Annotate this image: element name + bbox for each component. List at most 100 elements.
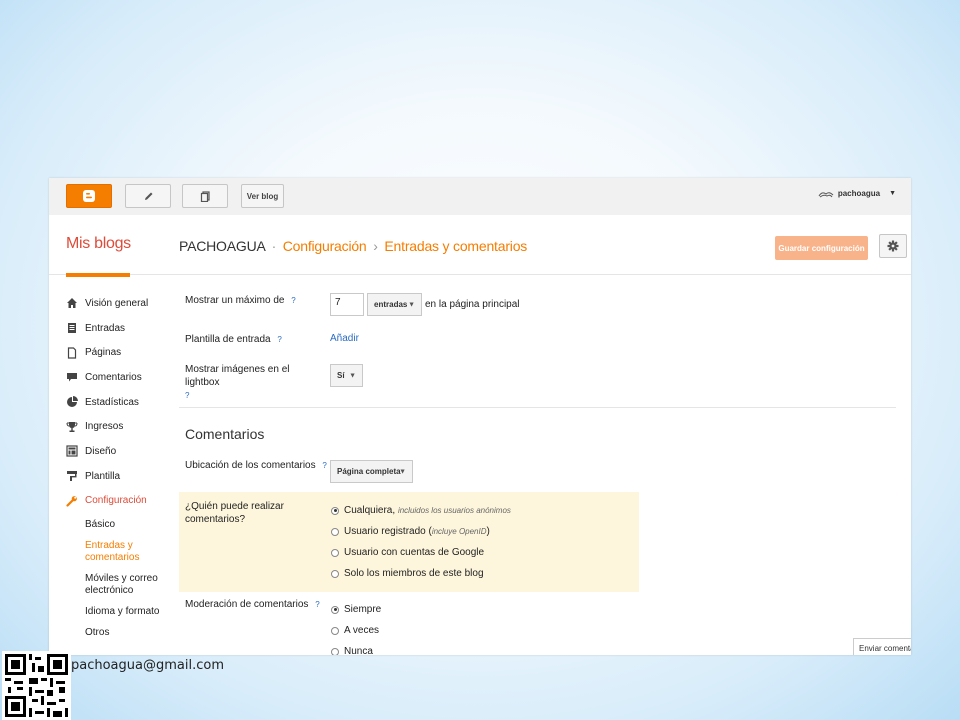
new-post-button[interactable] bbox=[125, 184, 171, 208]
radio-button[interactable] bbox=[331, 569, 339, 578]
radio-label-tail: ) bbox=[486, 526, 490, 537]
posts-icon bbox=[66, 322, 78, 334]
radio-button[interactable] bbox=[331, 626, 339, 635]
sidebar-item-label: Configuración bbox=[85, 495, 147, 507]
comments-section-title: Comentarios bbox=[185, 426, 265, 442]
user-menu[interactable]: pachoagua ▼ bbox=[818, 189, 896, 198]
sidebar-item-label: Entradas bbox=[85, 322, 126, 334]
send-feedback-button[interactable]: Enviar comentarios bbox=[853, 638, 911, 655]
sidebar-item-layout[interactable]: Diseño bbox=[66, 439, 176, 464]
section-divider bbox=[179, 407, 896, 408]
layout-icon bbox=[66, 445, 78, 458]
radio-label: Cualquiera, bbox=[344, 505, 396, 516]
breadcrumb-current: Entradas y comentarios bbox=[384, 238, 528, 254]
sidebar-item-label: Estadísticas bbox=[85, 396, 139, 408]
settings-gear-button[interactable] bbox=[879, 234, 907, 258]
radio-note: incluidos los usuarios anónimos bbox=[397, 506, 511, 515]
radio-label: Siempre bbox=[344, 604, 382, 615]
settings-content: Mostrar un máximo de ? 7 entradas ▼ en l… bbox=[179, 274, 909, 655]
template-icon bbox=[66, 470, 78, 482]
post-template-label-text: Plantilla de entrada bbox=[185, 334, 271, 345]
breadcrumb-blog-name[interactable]: PACHOAGUA bbox=[179, 238, 265, 254]
breadcrumb-separator: · bbox=[271, 238, 277, 254]
radio-note: incluye OpenID bbox=[431, 527, 487, 536]
sidebar-item-earnings[interactable]: Ingresos bbox=[66, 414, 176, 439]
help-icon[interactable]: ? bbox=[322, 461, 326, 470]
radio-moderation-always[interactable]: Siempre bbox=[331, 604, 381, 615]
page-header: Mis blogs PACHOAGUA · Configuración › En… bbox=[49, 215, 911, 277]
chevron-down-icon: ▼ bbox=[408, 301, 415, 308]
sidebar-item-label: Ingresos bbox=[85, 421, 124, 433]
sidebar-item-comments[interactable]: Comentarios bbox=[66, 365, 176, 390]
max-posts-input[interactable]: 7 bbox=[330, 293, 364, 316]
comment-location-label: Ubicación de los comentarios ? bbox=[185, 459, 327, 472]
chevron-down-icon: ▼ bbox=[399, 468, 406, 475]
posts-list-button[interactable] bbox=[182, 184, 228, 208]
lightbox-label-text: Mostrar imágenes en el lightbox bbox=[185, 364, 290, 388]
stats-icon bbox=[66, 396, 78, 408]
save-settings-button[interactable]: Guardar configuración bbox=[775, 236, 868, 260]
radio-button[interactable] bbox=[331, 647, 339, 655]
blogger-settings-screenshot: Ver blog pachoagua ▼ Mis blogs PACHOAGUA… bbox=[49, 178, 911, 655]
qr-code-icon bbox=[2, 651, 71, 720]
sidebar-subitem-language[interactable]: Idioma y formato bbox=[66, 606, 176, 618]
gear-icon bbox=[887, 240, 899, 252]
blogger-icon bbox=[83, 190, 95, 202]
radio-moderation-sometimes[interactable]: A veces bbox=[331, 625, 379, 636]
radio-label: Usuario con cuentas de Google bbox=[344, 547, 485, 558]
radio-label: Usuario registrado ( bbox=[344, 526, 432, 537]
sidebar-item-settings[interactable]: Configuración bbox=[66, 489, 176, 514]
trophy-icon bbox=[66, 421, 78, 433]
wrench-icon bbox=[66, 495, 78, 507]
radio-google-accounts[interactable]: Usuario con cuentas de Google bbox=[331, 547, 484, 558]
sidebar-subitem-posts-comments[interactable]: Entradas y comentarios bbox=[66, 540, 145, 564]
breadcrumb-configuration[interactable]: Configuración bbox=[283, 238, 367, 254]
sidebar-item-stats[interactable]: Estadísticas bbox=[66, 390, 176, 415]
documents-icon bbox=[200, 190, 210, 202]
comment-location-select[interactable]: Página completa ▼ bbox=[330, 460, 413, 483]
comments-icon bbox=[66, 371, 78, 383]
radio-registered-user[interactable]: Usuario registrado (incluye OpenID) bbox=[331, 526, 490, 537]
chevron-down-icon: ▼ bbox=[889, 190, 896, 197]
pencil-icon bbox=[144, 192, 152, 200]
max-posts-label-text: Mostrar un máximo de bbox=[185, 295, 285, 306]
view-blog-button[interactable]: Ver blog bbox=[241, 184, 284, 208]
username-label: pachoagua bbox=[837, 189, 881, 198]
radio-button[interactable] bbox=[331, 548, 339, 557]
my-blogs-link[interactable]: Mis blogs bbox=[66, 235, 131, 253]
sidebar-item-label: Páginas bbox=[85, 347, 122, 359]
lightbox-select[interactable]: Sí ▼ bbox=[330, 364, 363, 387]
moderation-label-text: Moderación de comentarios bbox=[185, 599, 309, 610]
radio-moderation-never[interactable]: Nunca bbox=[331, 646, 373, 655]
max-posts-suffix: en la página principal bbox=[425, 299, 520, 310]
lightbox-label: Mostrar imágenes en el lightbox ? bbox=[185, 363, 315, 402]
sidebar: Visión general Entradas Páginas Comentar… bbox=[66, 291, 176, 648]
help-icon[interactable]: ? bbox=[277, 335, 281, 344]
add-template-link[interactable]: Añadir bbox=[330, 333, 359, 344]
radio-anyone[interactable]: Cualquiera, incluidos los usuarios anóni… bbox=[331, 505, 511, 516]
blogger-logo-button[interactable] bbox=[66, 184, 112, 208]
sidebar-subitem-mobile-email[interactable]: Móviles y correo electrónico bbox=[66, 573, 165, 597]
sidebar-item-posts[interactable]: Entradas bbox=[66, 316, 176, 341]
help-icon[interactable]: ? bbox=[315, 600, 319, 609]
radio-button[interactable] bbox=[331, 527, 339, 536]
help-icon[interactable]: ? bbox=[185, 391, 189, 400]
avatar-icon bbox=[818, 191, 834, 197]
sidebar-subitem-other[interactable]: Otros bbox=[66, 627, 176, 639]
max-posts-label: Mostrar un máximo de ? bbox=[185, 294, 296, 307]
radio-button[interactable] bbox=[331, 506, 339, 515]
select-value: Página completa bbox=[337, 467, 401, 476]
sidebar-subitem-basic[interactable]: Básico bbox=[66, 519, 176, 531]
sidebar-item-template[interactable]: Plantilla bbox=[66, 464, 176, 489]
email-watermark: pachoagua@gmail.com bbox=[71, 658, 224, 673]
active-tab-indicator bbox=[66, 273, 130, 277]
help-icon[interactable]: ? bbox=[291, 296, 295, 305]
radio-members-only[interactable]: Solo los miembros de este blog bbox=[331, 568, 484, 579]
radio-button[interactable] bbox=[331, 605, 339, 614]
max-posts-unit-select[interactable]: entradas ▼ bbox=[367, 293, 422, 316]
sidebar-item-label: Diseño bbox=[85, 445, 117, 457]
pages-icon bbox=[66, 347, 78, 359]
sidebar-item-pages[interactable]: Páginas bbox=[66, 340, 176, 365]
radio-label: A veces bbox=[344, 625, 380, 636]
sidebar-item-overview[interactable]: Visión general bbox=[66, 291, 176, 316]
